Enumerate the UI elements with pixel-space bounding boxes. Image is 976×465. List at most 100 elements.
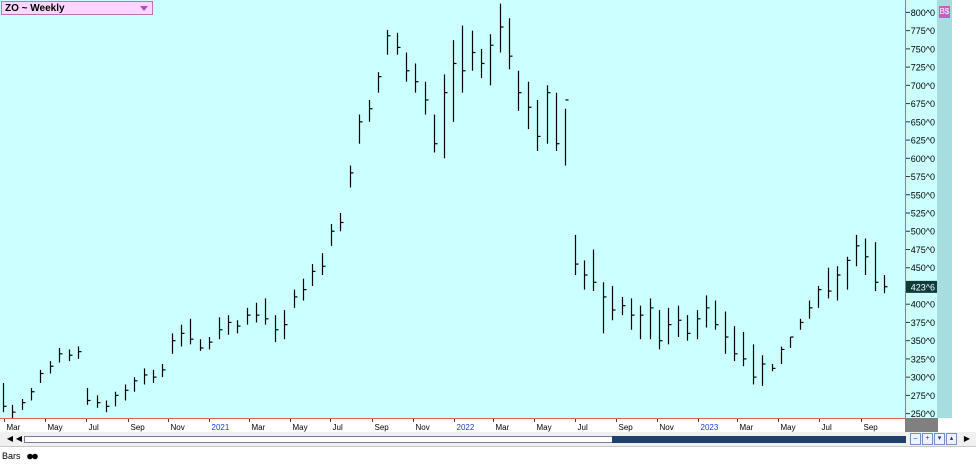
ohlc-bar [302, 278, 307, 301]
ohlc-bar [789, 336, 794, 348]
price-tick: 350^0 [906, 336, 935, 346]
time-tick-label: Nov [416, 423, 430, 432]
price-tick: 800^0 [906, 8, 935, 18]
chevron-down-icon[interactable] [140, 6, 148, 11]
ohlc-bar [733, 326, 738, 362]
time-tick-label: Nov [171, 423, 185, 432]
compress-icon[interactable]: ▾ [934, 433, 945, 445]
scroll-right-icon[interactable]: ▶ [962, 434, 972, 444]
right-panel-strip: B$ [937, 0, 952, 418]
ohlc-bar [527, 81, 532, 130]
price-tick: 275^0 [906, 391, 935, 401]
price-bars-svg [2, 3, 888, 418]
price-tick: 775^0 [906, 26, 935, 36]
scrollbar-thumb[interactable] [612, 436, 906, 443]
ohlc-bar [236, 320, 241, 334]
time-tick: Nov [168, 419, 185, 432]
time-tick: Jul [330, 419, 343, 432]
price-tick: 500^0 [906, 227, 935, 237]
time-tick-label: May [293, 423, 308, 432]
expand-icon[interactable]: ▴ [946, 433, 957, 445]
last-price-marker: 423^6 [906, 280, 937, 293]
ohlc-bar [592, 249, 597, 292]
price-tick-label: 450^0 [911, 263, 935, 273]
time-tick: 2021 [209, 419, 230, 432]
price-chart-area[interactable]: ZO ~ Weekly [0, 0, 905, 418]
bars-tab[interactable]: Bars [2, 449, 38, 463]
symbol-title-box[interactable]: ZO ~ Weekly [1, 1, 153, 15]
ohlc-bar [283, 310, 288, 340]
price-tick: 375^0 [906, 318, 935, 328]
time-tick: Sep [616, 419, 633, 432]
ohlc-bar [218, 317, 223, 340]
price-tick: 325^0 [906, 354, 935, 364]
ohlc-bar [77, 346, 82, 359]
ohlc-bar [96, 395, 101, 408]
scroll-left-fast-icon[interactable]: ◀ [14, 434, 24, 444]
time-tick: Jul [819, 419, 832, 432]
price-tick: 650^0 [906, 117, 935, 127]
ohlc-bar [742, 331, 747, 367]
time-tick: Mar [737, 419, 754, 432]
ohlc-bar [714, 300, 719, 330]
price-tick-label: 575^0 [911, 172, 935, 182]
ohlc-bar [817, 285, 822, 308]
ohlc-bar [189, 318, 194, 345]
price-tick: 450^0 [906, 263, 935, 273]
window-edge [952, 0, 976, 418]
price-tick-label: 475^0 [911, 245, 935, 255]
price-tick-label: 800^0 [911, 8, 935, 18]
time-tick: May [290, 419, 308, 432]
ohlc-bar [602, 282, 607, 334]
time-tick-label: Jul [578, 423, 588, 432]
time-tick: May [534, 419, 552, 432]
ohlc-bar [11, 404, 16, 418]
ohlc-bar [396, 32, 401, 55]
price-tick-label: 525^0 [911, 209, 935, 219]
price-tick-label: 700^0 [911, 81, 935, 91]
time-tick: May [45, 419, 63, 432]
time-tick: Jul [86, 419, 99, 432]
ohlc-bar [180, 324, 185, 347]
ohlc-bar [330, 223, 335, 246]
axis-corner-block [905, 418, 938, 432]
ohlc-bar [358, 114, 363, 144]
time-tick-label: Nov [660, 423, 674, 432]
time-tick-label: Sep [375, 423, 390, 432]
time-tick: May [778, 419, 796, 432]
time-tick: Nov [413, 419, 430, 432]
price-tick: 475^0 [906, 245, 935, 255]
ohlc-bar [246, 307, 251, 325]
ohlc-bar [461, 25, 466, 93]
ohlc-bar [855, 234, 860, 267]
ohlc-bar [649, 298, 654, 340]
ohlc-bar [883, 275, 888, 294]
horizontal-scrollbar[interactable]: ◀ ◀ – + ▾ ▴ ▶ [0, 432, 976, 446]
price-tick-label: 325^0 [911, 354, 935, 364]
ohlc-bar [424, 81, 429, 115]
zoom-in-icon[interactable]: + [922, 433, 933, 445]
ohlc-bar [667, 307, 672, 345]
price-axis[interactable]: 800^0 775^0 750^0 725^0 700^0 675^0 650^0 625^0… [905, 0, 938, 418]
time-tick-label: Mar [7, 423, 21, 432]
ohlc-bar [658, 310, 663, 350]
price-tick: 600^0 [906, 154, 935, 164]
price-tick-label: 375^0 [911, 318, 935, 328]
time-axis[interactable]: Mar May Jul Sep Nov 2021 Mar May Jul Sep Nov 2022 Ma… [0, 418, 905, 433]
price-tick-label: 350^0 [911, 336, 935, 346]
ohlc-bar [124, 384, 129, 401]
ohlc-bar [368, 99, 373, 122]
price-tick: 700^0 [906, 81, 935, 91]
zoom-out-icon[interactable]: – [910, 433, 921, 445]
ohlc-bar [489, 34, 494, 86]
price-tick-label: 675^0 [911, 99, 935, 109]
ohlc-bar [377, 72, 382, 93]
ohlc-bar [133, 377, 138, 392]
time-tick: Mar [249, 419, 266, 432]
ohlc-bar [86, 388, 91, 405]
ohlc-bar [546, 85, 551, 144]
ohlc-bar [49, 361, 54, 374]
price-tick-label: 400^0 [911, 300, 935, 310]
price-axis-svg: 800^0 775^0 750^0 725^0 700^0 675^0 650^0 625^0… [906, 8, 937, 418]
chart-settings-button[interactable]: B$ [939, 6, 950, 18]
